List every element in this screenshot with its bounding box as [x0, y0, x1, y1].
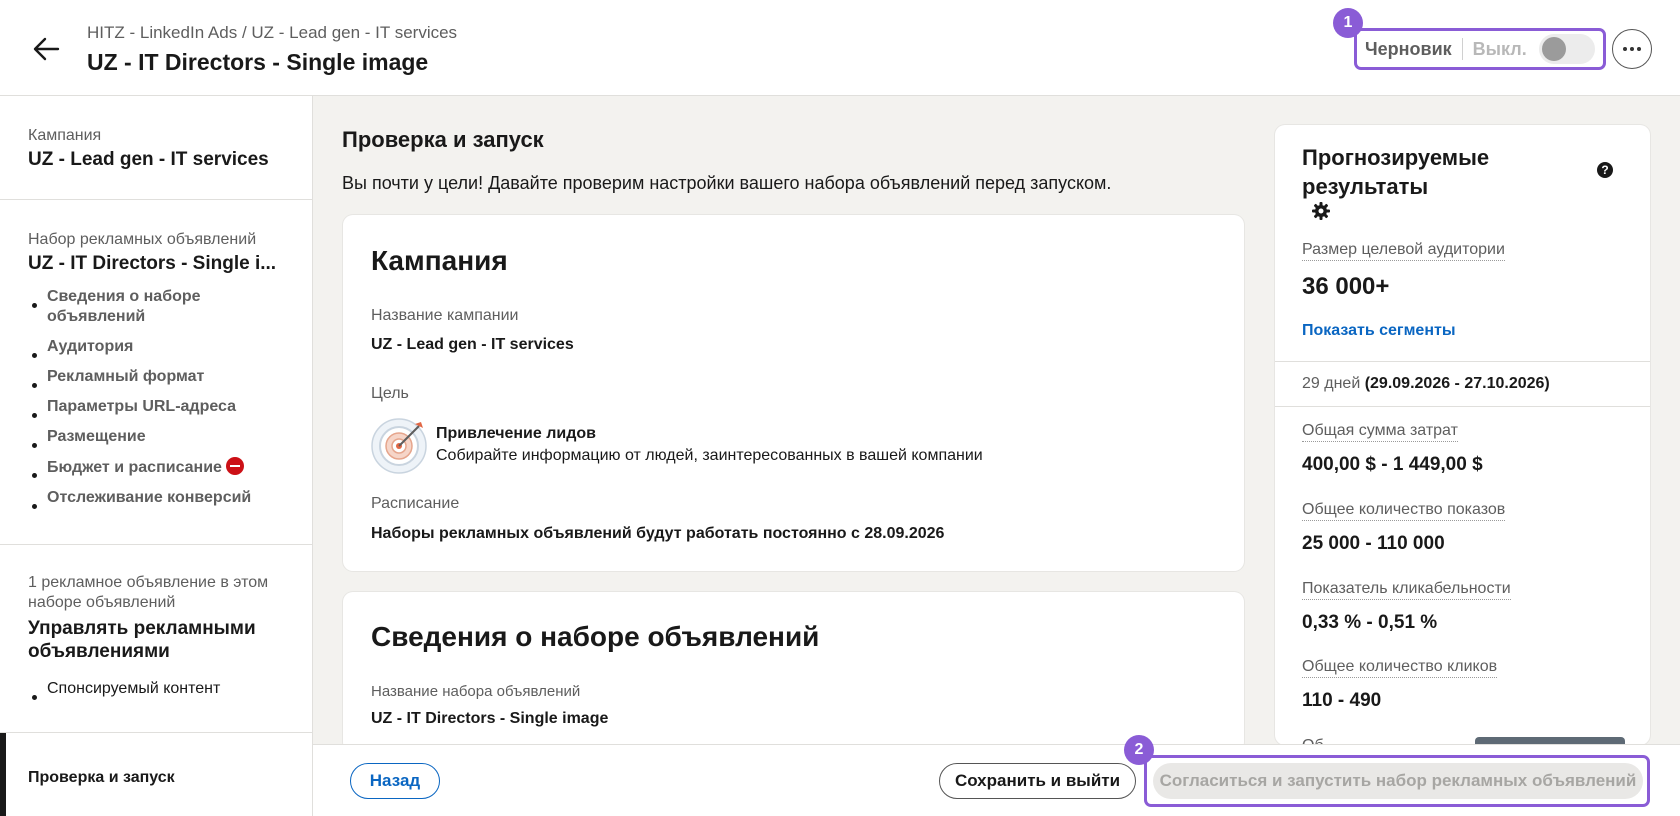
- sidebar-adset-label: Набор рекламных объявлений: [28, 231, 257, 248]
- status-divider: [1461, 38, 1463, 60]
- help-icon[interactable]: ?: [1597, 162, 1613, 178]
- more-options-button[interactable]: [1612, 29, 1652, 69]
- sidebar-campaign-name: UZ - Lead gen - IT services: [28, 149, 269, 170]
- sidebar-adset: Набор рекламных объявлений UZ - IT Direc…: [0, 230, 313, 518]
- toggle-knob: [1541, 37, 1566, 61]
- sidebar-item-placement[interactable]: Размещение: [28, 427, 293, 448]
- status-draft-label: Черновик: [1365, 38, 1452, 59]
- sidebar-ads-label: 1 рекламное объявление в этом наборе объ…: [28, 574, 269, 611]
- campaign-card: Кампания Название кампании UZ - Lead gen…: [343, 215, 1244, 571]
- clicks-value: 110 - 490: [1302, 690, 1382, 711]
- forecast-divider: [1275, 361, 1650, 362]
- goal-description: Собирайте информацию от людей, заинтерес…: [436, 447, 983, 464]
- sidebar-ads-manage[interactable]: Управлять рекламными объявлениями: [28, 617, 293, 663]
- sidebar-divider: [0, 199, 313, 200]
- forecast-date-range: (29.09.2026 - 27.10.2026): [1364, 375, 1550, 392]
- show-segments-link[interactable]: Показать сегменты: [1302, 322, 1456, 340]
- adset-heading: Сведения о наборе объявлений: [371, 621, 820, 652]
- more-dot-icon: [1637, 47, 1641, 51]
- forecast-divider: [1275, 406, 1650, 407]
- back-button[interactable]: Назад: [350, 763, 440, 799]
- schedule-value: Наборы рекламных объявлений будут работа…: [371, 525, 945, 542]
- header: HITZ - LinkedIn Ads / UZ - Lead gen - IT…: [0, 0, 1680, 96]
- active-indicator: [0, 733, 6, 816]
- sidebar-campaign[interactable]: Кампания UZ - Lead gen - IT services: [0, 126, 313, 171]
- more-dot-icon: [1623, 47, 1627, 51]
- status-toggle[interactable]: [1538, 34, 1595, 64]
- forecast-period: 29 дней (29.09.2026 - 27.10.2026): [1302, 375, 1550, 393]
- sidebar-item-budget[interactable]: Бюджет и расписание: [28, 457, 293, 478]
- sidebar-item-audience[interactable]: Аудитория: [28, 337, 293, 358]
- forecast-title: Прогнозируемые результаты: [1302, 145, 1490, 199]
- campaign-heading: Кампания: [371, 245, 508, 276]
- main-subtitle: Вы почти у цели! Давайте проверим настро…: [342, 173, 1112, 193]
- sidebar-item-review-label: Проверка и запуск: [28, 769, 175, 786]
- sidebar-item-sponsored[interactable]: Спонсируемый контент: [28, 679, 293, 700]
- save-exit-button[interactable]: Сохранить и выйти: [939, 763, 1136, 799]
- sidebar-item-url-params[interactable]: Параметры URL-адреса: [28, 397, 293, 418]
- gear-icon[interactable]: [1311, 201, 1331, 221]
- goal-title: Привлечение лидов: [436, 425, 596, 442]
- clicks-label[interactable]: Общее количество кликов: [1302, 658, 1498, 678]
- adset-name-value: UZ - IT Directors - Single image: [371, 710, 609, 727]
- sidebar-item-budget-label: Бюджет и расписание: [47, 459, 222, 476]
- sidebar-campaign-label: Кампания: [28, 127, 102, 144]
- sidebar-adset-name[interactable]: UZ - IT Directors - Single i...: [28, 252, 293, 275]
- breadcrumb[interactable]: HITZ - LinkedIn Ads / UZ - Lead gen - IT…: [87, 23, 457, 43]
- impressions-label[interactable]: Общее количество показов: [1302, 501, 1506, 521]
- adset-card: Сведения о наборе объявлений Название на…: [343, 592, 1244, 752]
- annotation-badge-1: 1: [1333, 8, 1363, 38]
- target-icon: [371, 418, 427, 474]
- status-off-label: Выкл.: [1472, 38, 1527, 59]
- schedule-label: Расписание: [371, 495, 460, 512]
- sidebar-item-review[interactable]: Проверка и запуск: [0, 732, 313, 816]
- sidebar-item-details[interactable]: Сведения о наборе объявлений: [28, 287, 228, 327]
- total-spend-label[interactable]: Общая сумма затрат: [1302, 422, 1458, 442]
- audience-size-value: 36 000+: [1302, 273, 1390, 300]
- sidebar-ads: 1 рекламное объявление в этом наборе объ…: [0, 573, 313, 709]
- sidebar-ads-list: Спонсируемый контент: [28, 679, 293, 700]
- launch-button[interactable]: Согласиться и запустить набор рекламных …: [1153, 763, 1643, 799]
- impressions-value: 25 000 - 110 000: [1302, 533, 1445, 554]
- adset-name-label: Название набора объявлений: [371, 683, 581, 700]
- page-title: UZ - IT Directors - Single image: [87, 49, 429, 75]
- error-stop-icon: [225, 457, 244, 475]
- ctr-value: 0,33 % - 0,51 %: [1302, 612, 1438, 633]
- main-title: Проверка и запуск: [342, 127, 544, 152]
- sidebar-item-conversions[interactable]: Отслеживание конверсий: [28, 488, 293, 509]
- ctr-label[interactable]: Показатель кликабельности: [1302, 580, 1511, 600]
- forecast-panel: Прогнозируемые результаты ? Размер целев…: [1275, 125, 1650, 745]
- campaign-name-label: Название кампании: [371, 307, 519, 324]
- total-spend-value: 400,00 $ - 1 449,00 $: [1302, 454, 1483, 475]
- audience-size-label[interactable]: Размер целевой аудитории: [1302, 241, 1505, 261]
- sidebar-item-ad-format[interactable]: Рекламный формат: [28, 367, 293, 388]
- annotation-badge-2: 2: [1124, 735, 1154, 765]
- sidebar-adset-steps: Сведения о наборе объявлений Аудитория Р…: [28, 287, 293, 509]
- goal-label: Цель: [371, 385, 409, 402]
- more-dot-icon: [1630, 47, 1634, 51]
- back-arrow-icon[interactable]: [30, 32, 64, 66]
- forecast-days: 29 дней: [1302, 375, 1361, 392]
- campaign-name-value: UZ - Lead gen - IT services: [371, 336, 574, 353]
- sidebar: Кампания UZ - Lead gen - IT services Наб…: [0, 96, 313, 816]
- status-control: Черновик Выкл.: [1354, 28, 1606, 70]
- sidebar-divider: [0, 544, 313, 545]
